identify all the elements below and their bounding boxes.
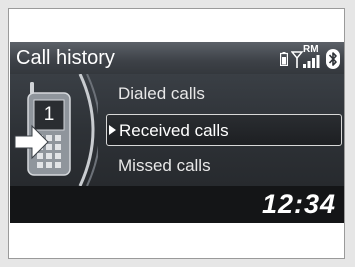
content-panel: 1 Dialed calls Received calls Missed cal… (10, 73, 344, 187)
call-type-graphic: 1 (10, 73, 101, 187)
menu-item-label: Received calls (119, 121, 229, 140)
menu-item-dialed-calls[interactable]: Dialed calls (106, 78, 342, 110)
status-icons: RM (280, 44, 340, 70)
divider-arc (78, 73, 101, 187)
phone-line-number: 1 (43, 104, 55, 125)
title-bar: Call history RM (10, 42, 344, 74)
signal-strength-icon: RM (291, 44, 323, 70)
menu-item-label: Dialed calls (118, 84, 205, 103)
menu-item-label: Missed calls (118, 156, 211, 175)
phone-battery-icon (280, 52, 288, 66)
call-history-menu: Dialed calls Received calls Missed calls (106, 74, 344, 186)
roaming-indicator: RM (303, 44, 319, 55)
bluetooth-icon (326, 49, 340, 69)
display-screen: Call history RM 1 Dialed calls Received … (10, 42, 344, 223)
menu-item-missed-calls[interactable]: Missed calls (106, 150, 342, 182)
clock-time: 12:34 (261, 189, 336, 219)
selection-arrow-icon (109, 125, 116, 135)
menu-item-received-calls[interactable]: Received calls (106, 114, 342, 146)
screen-title: Call history (16, 47, 115, 69)
clock-bar: 12:34 (10, 186, 344, 223)
